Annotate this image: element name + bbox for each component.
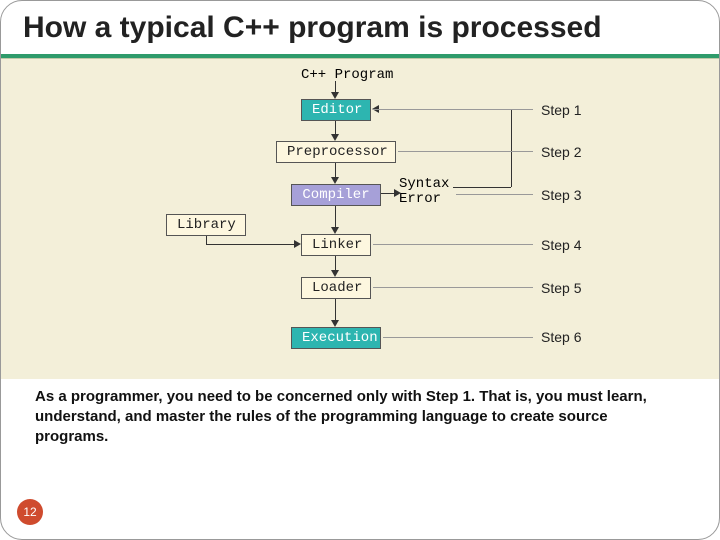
step-label-5: Step 5 (541, 280, 581, 296)
arrow-linker-loader (335, 256, 336, 271)
node-library: Library (166, 214, 246, 236)
arrow-head-loader-execution (331, 320, 339, 327)
footer-text: As a programmer, you need to be concerne… (1, 379, 719, 448)
node-loader: Loader (301, 277, 371, 299)
step-line-6 (383, 337, 533, 338)
arrow-head-src-editor (331, 92, 339, 99)
arrow-head-lib-linker (294, 240, 301, 248)
syntax-error-line2: Error (399, 192, 449, 207)
node-preprocessor: Preprocessor (276, 141, 396, 163)
node-editor: Editor (301, 99, 371, 121)
arrow-head-preproc-compiler (331, 177, 339, 184)
step-label-1: Step 1 (541, 102, 581, 118)
step-line-5 (373, 287, 533, 288)
arrow-compiler-linker (335, 206, 336, 228)
loop-v (511, 109, 512, 187)
step-label-4: Step 4 (541, 237, 581, 253)
syntax-error-line1: Syntax (399, 177, 449, 192)
arrow-head-compiler-linker (331, 227, 339, 234)
step-label-6: Step 6 (541, 329, 581, 345)
node-linker: Linker (301, 234, 371, 256)
loop-h-bottom (453, 187, 511, 188)
page-number-badge: 12 (17, 499, 43, 525)
node-execution: Execution (291, 327, 381, 349)
node-source-label: C++ Program (291, 65, 403, 85)
arrow-head-compiler-syntax (394, 189, 401, 197)
arrow-editor-preproc (335, 121, 336, 135)
node-syntax-error: Syntax Error (399, 177, 449, 208)
node-compiler: Compiler (291, 184, 381, 206)
step-line-2 (398, 151, 533, 152)
arrow-loader-execution (335, 299, 336, 321)
diagram-area: C++ Program Editor Preprocessor Compiler… (1, 59, 719, 379)
slide-frame: How a typical C++ program is processed C… (0, 0, 720, 540)
step-label-3: Step 3 (541, 187, 581, 203)
step-label-2: Step 2 (541, 144, 581, 160)
step-line-4 (373, 244, 533, 245)
step-line-1 (373, 109, 533, 110)
arrow-head-editor-preproc (331, 134, 339, 141)
lib-h (206, 244, 296, 245)
step-line-3 (456, 194, 533, 195)
arrow-head-linker-loader (331, 270, 339, 277)
arrow-preproc-compiler (335, 163, 336, 178)
lib-v (206, 236, 207, 244)
page-title: How a typical C++ program is processed (1, 1, 719, 52)
